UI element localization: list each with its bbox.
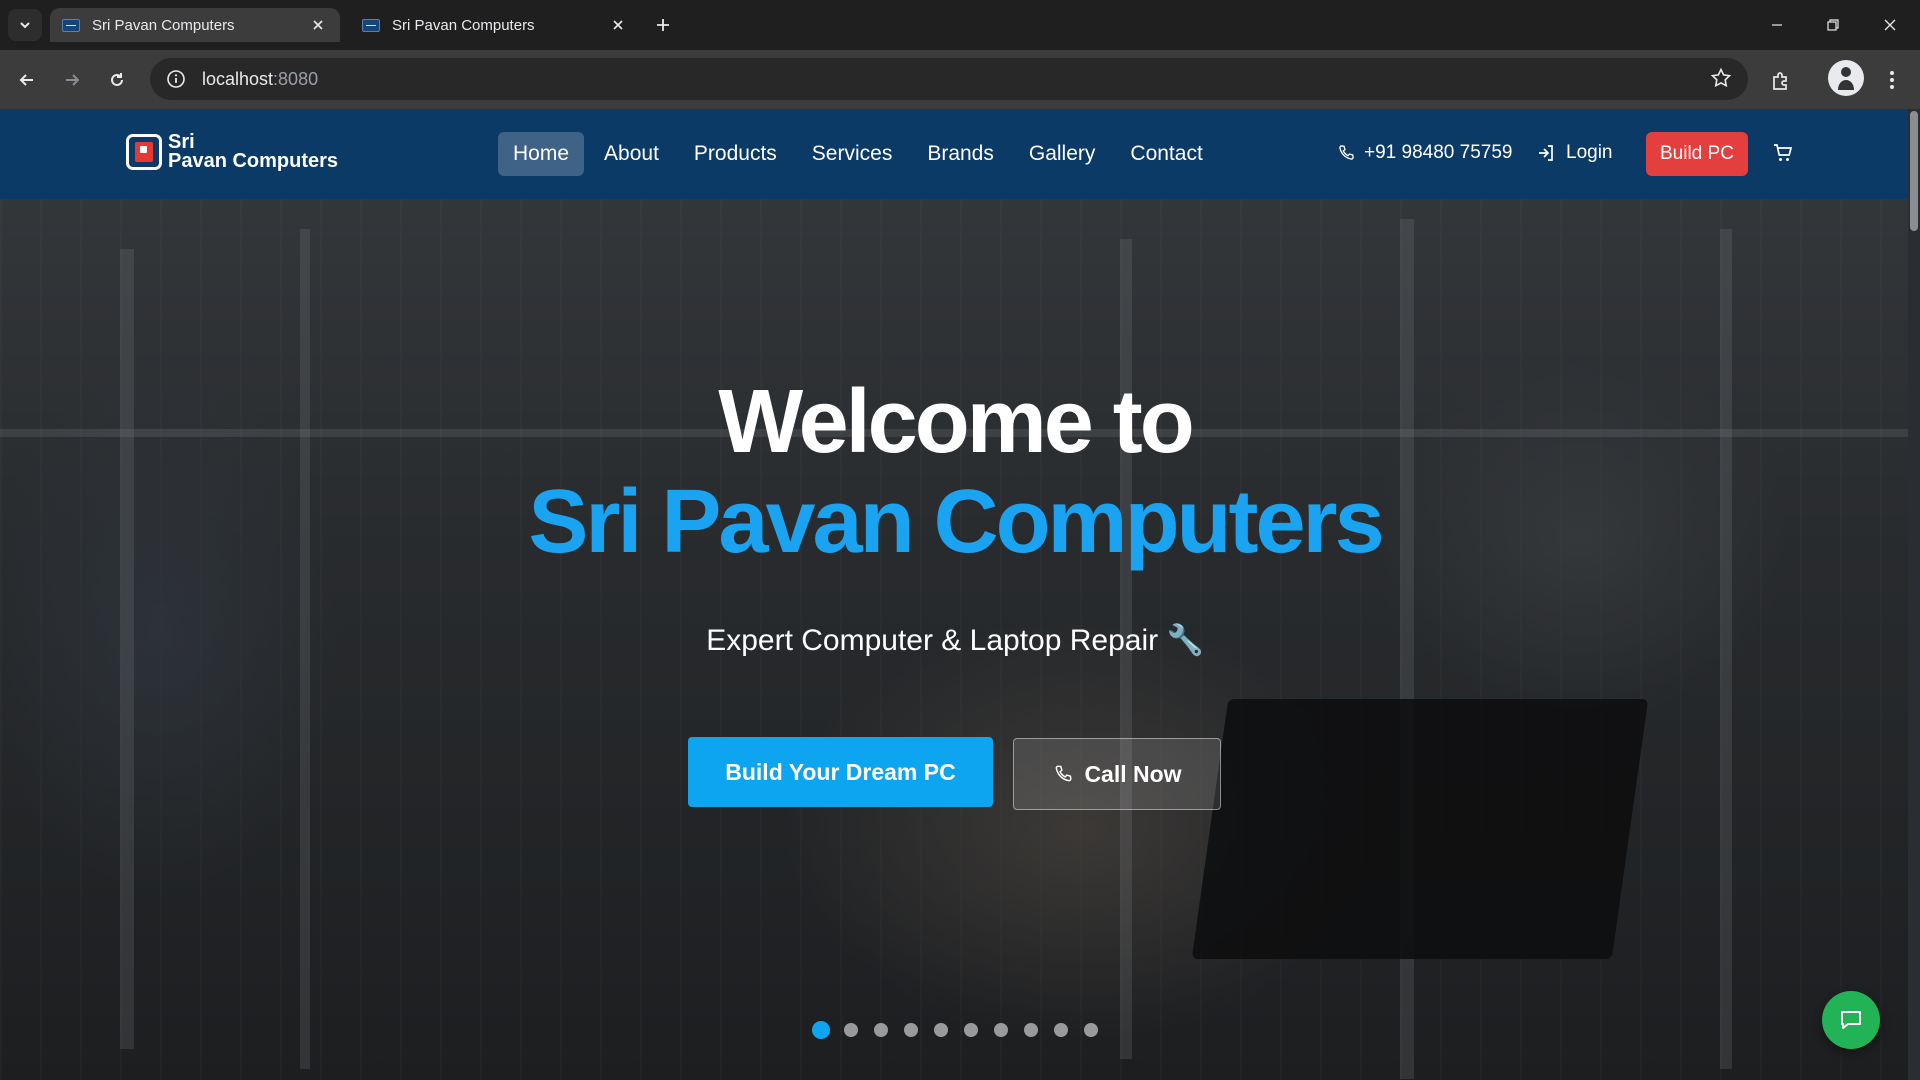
arrow-left-icon — [19, 74, 33, 86]
address-bar[interactable]: localhost:8080 — [150, 58, 1748, 100]
carousel-dot-4[interactable] — [904, 1023, 918, 1037]
cart-icon — [1774, 144, 1793, 161]
carousel-dot-8[interactable] — [1024, 1023, 1038, 1037]
chat-button[interactable] — [1822, 991, 1880, 1049]
page-viewport: Welcome to Sri Pavan Computers Expert Co… — [0, 109, 1920, 1080]
phone-number: +91 98480 75759 — [1364, 142, 1513, 163]
browser-tab-2[interactable]: Sri Pavan Computers — [350, 8, 640, 42]
logo-line2: Pavan Computers — [168, 150, 339, 172]
phone-icon — [1056, 765, 1072, 782]
cart-button[interactable] — [1772, 142, 1794, 169]
browser-tabstrip: Sri Pavan Computers Sri Pavan Computers — [0, 0, 1920, 50]
nav-link-about[interactable]: About — [589, 132, 674, 176]
carousel-dot-10[interactable] — [1084, 1023, 1098, 1037]
nav-link-products[interactable]: Products — [679, 132, 792, 176]
call-now-label: Call Now — [1084, 760, 1182, 787]
hero-title-line1: Welcome to — [718, 372, 1194, 472]
carousel-dot-1[interactable] — [812, 1021, 830, 1039]
url-text: localhost:8080 — [202, 69, 318, 90]
close-icon — [1884, 19, 1896, 31]
chevron-down-icon — [20, 22, 30, 29]
tab-title: Sri Pavan Computers — [92, 16, 235, 34]
minimize-button[interactable] — [1749, 0, 1805, 50]
carousel-dot-3[interactable] — [874, 1023, 888, 1037]
close-tab-icon[interactable] — [608, 15, 628, 35]
carousel-dot-6[interactable] — [964, 1023, 978, 1037]
hero-section: Welcome to Sri Pavan Computers Expert Co… — [0, 109, 1920, 1080]
hero-overlay — [0, 109, 1920, 1080]
site-favicon-icon — [362, 18, 380, 32]
person-icon — [1838, 67, 1854, 90]
nav-link-contact[interactable]: Contact — [1115, 132, 1217, 176]
tab-title: Sri Pavan Computers — [392, 16, 535, 34]
minimize-icon — [1772, 24, 1782, 26]
carousel-dots — [812, 1021, 1114, 1039]
new-tab-button[interactable] — [648, 10, 678, 40]
plus-icon — [657, 19, 669, 31]
nav-links: Home About Products Services Brands Gall… — [498, 132, 1223, 176]
browser-toolbar: localhost:8080 — [0, 50, 1920, 109]
bookmark-star-icon[interactable] — [1710, 67, 1732, 94]
page-scrollbar[interactable] — [1908, 109, 1920, 1080]
extensions-button[interactable] — [1765, 64, 1797, 96]
carousel-dot-2[interactable] — [844, 1023, 858, 1037]
carousel-dot-5[interactable] — [934, 1023, 948, 1037]
forward-button[interactable] — [56, 64, 88, 96]
logo-text: Sri Pavan Computers — [168, 132, 339, 172]
url-host: localhost — [202, 68, 274, 89]
hero-title-line2: Sri Pavan Computers — [528, 472, 1384, 572]
reload-button[interactable] — [101, 64, 133, 96]
hero-subtitle: Expert Computer & Laptop Repair 🔧 — [706, 624, 1204, 657]
login-label: Login — [1566, 142, 1613, 163]
carousel-dot-9[interactable] — [1054, 1023, 1068, 1037]
browser-menu-button[interactable] — [1876, 64, 1908, 96]
site-info-icon[interactable] — [164, 67, 188, 91]
nav-link-brands[interactable]: Brands — [912, 132, 1009, 176]
nav-link-home[interactable]: Home — [498, 132, 585, 176]
arrow-right-icon — [66, 74, 80, 86]
restore-icon — [1827, 19, 1839, 31]
restore-button[interactable] — [1805, 0, 1861, 50]
build-pc-button[interactable]: Build PC — [1646, 132, 1748, 176]
tab-search-button[interactable] — [8, 9, 42, 41]
browser-tab-1[interactable]: Sri Pavan Computers — [50, 8, 340, 42]
nav-link-gallery[interactable]: Gallery — [1014, 132, 1111, 176]
build-dream-pc-button[interactable]: Build Your Dream PC — [688, 737, 993, 807]
carousel-dot-7[interactable] — [994, 1023, 1008, 1037]
more-vert-icon — [1890, 71, 1894, 89]
reload-icon — [111, 73, 123, 86]
chat-bubble-icon — [1841, 1011, 1861, 1029]
profile-avatar[interactable] — [1828, 60, 1864, 96]
close-tab-icon[interactable] — [308, 15, 328, 35]
phone-link[interactable]: +91 98480 75759 — [1336, 142, 1512, 164]
site-logo[interactable]: Sri Pavan Computers — [126, 132, 339, 172]
call-now-button[interactable]: Call Now — [1013, 738, 1221, 810]
nav-link-services[interactable]: Services — [797, 132, 908, 176]
close-window-button[interactable] — [1862, 0, 1918, 50]
site-favicon-icon — [62, 18, 80, 32]
scrollbar-thumb[interactable] — [1910, 111, 1918, 231]
puzzle-icon — [1773, 72, 1787, 90]
login-icon — [1539, 145, 1553, 161]
phone-icon — [1339, 145, 1354, 160]
logo-mark-icon — [126, 134, 162, 170]
url-port: :8080 — [273, 68, 319, 89]
site-navbar: Sri Pavan Computers Home About Products … — [0, 109, 1920, 199]
login-link[interactable]: Login — [1536, 142, 1613, 164]
back-button[interactable] — [11, 64, 43, 96]
